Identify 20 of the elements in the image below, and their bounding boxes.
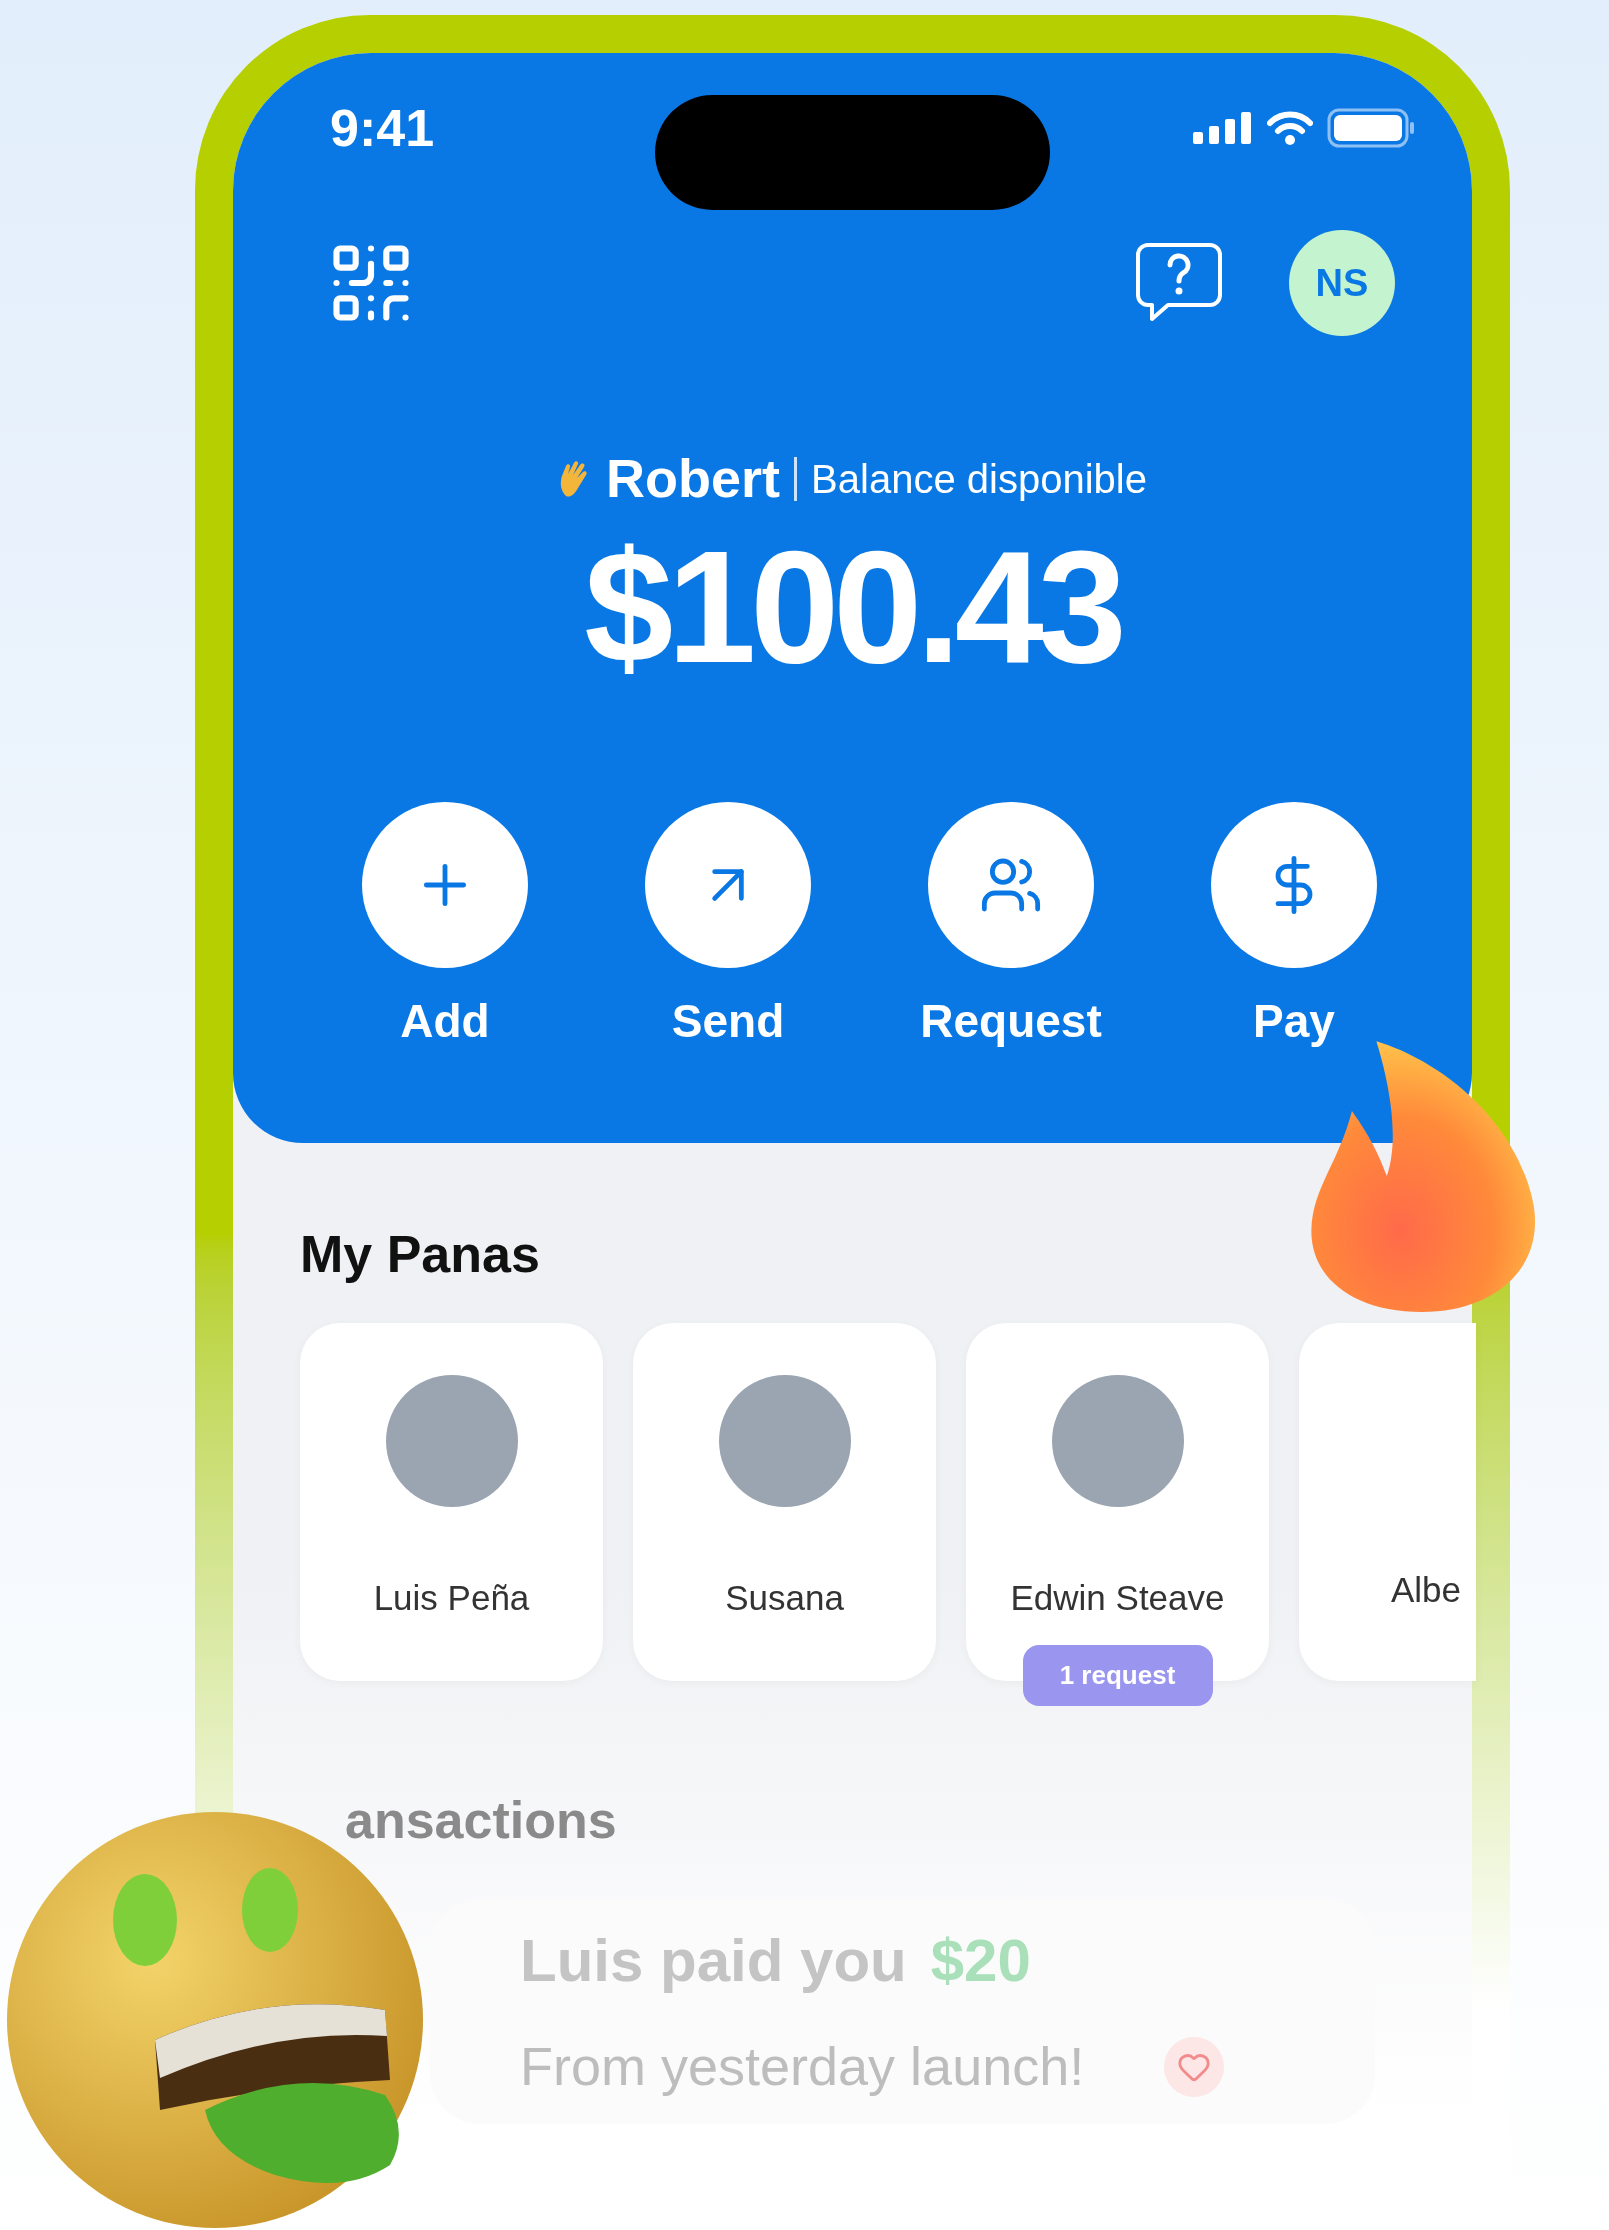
contact-name: Luis Peña [373,1577,530,1619]
balance-label: Balance disponible [811,455,1147,503]
contact-name: Edwin Steave [1010,1577,1225,1619]
profile-avatar[interactable]: NS [1289,230,1395,336]
contact-name: Albe [1390,1568,1463,1611]
status-time: 9:41 [330,98,435,159]
battery-icon [1327,108,1415,148]
contact-card[interactable]: Susana [633,1323,936,1681]
user-name: Robert [606,447,781,510]
transaction-note: From yesterday launch! [520,2035,1085,2098]
wifi-icon [1267,111,1313,145]
contact-card[interactable]: Luis Peña [300,1323,603,1681]
contact-card[interactable]: Albe [1299,1323,1476,1681]
contact-name: Susana [725,1577,844,1619]
request-badge: 1 request [1022,1645,1213,1706]
section-title: My Panas [299,1224,541,1285]
transaction-amount: $20 [930,1926,1031,1996]
signal-icon [1193,112,1253,144]
balance-amount: $100.43 [584,527,1121,687]
section-title: ansactions [344,1790,618,1851]
